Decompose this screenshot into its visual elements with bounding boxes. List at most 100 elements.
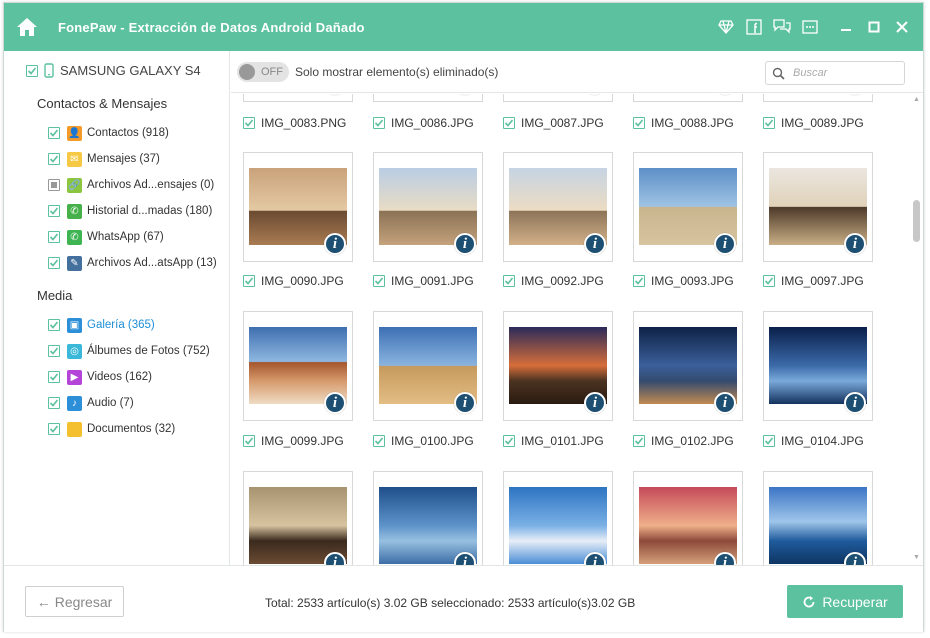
category-whatsapp-attachment[interactable]: ✎ Archivos Ad...atsApp (13) [48, 254, 217, 272]
info-icon[interactable]: i [454, 233, 476, 255]
photo-item-caption[interactable]: IMG_0090.JPG [243, 274, 344, 288]
photo-thumbnail[interactable]: i [373, 311, 483, 421]
maximize-button[interactable] [863, 16, 885, 38]
photo-item-caption[interactable]: IMG_0093.JPG [633, 274, 734, 288]
photo-thumbnail[interactable]: i [243, 471, 353, 565]
info-icon[interactable]: i [324, 392, 346, 414]
photo-checkbox[interactable] [633, 117, 645, 129]
photo-thumbnail[interactable]: i [633, 471, 743, 565]
photo-item-caption[interactable]: IMG_0091.JPG [373, 274, 474, 288]
photo-thumbnail[interactable]: i [503, 94, 613, 102]
photo-checkbox[interactable] [633, 275, 645, 287]
photo-checkbox[interactable] [373, 117, 385, 129]
info-icon[interactable]: i [584, 94, 606, 95]
info-icon[interactable]: i [844, 94, 866, 95]
photo-checkbox[interactable] [503, 117, 515, 129]
back-button[interactable]: ← Regresar [25, 586, 124, 617]
photo-item-caption[interactable]: IMG_0088.JPG [633, 116, 734, 130]
category-checkbox[interactable] [48, 231, 60, 243]
category-folder[interactable]: Documentos (32) [48, 420, 175, 438]
photo-item-caption[interactable]: IMG_0104.JPG [763, 434, 864, 448]
photo-thumbnail[interactable]: i [633, 94, 743, 102]
scroll-down-icon[interactable]: ▼ [913, 554, 920, 561]
info-icon[interactable]: i [844, 233, 866, 255]
category-audio[interactable]: ♪ Audio (7) [48, 394, 134, 412]
photo-thumbnail[interactable]: i [763, 94, 873, 102]
category-checkbox[interactable] [48, 127, 60, 139]
facebook-button[interactable] [743, 16, 765, 38]
minimize-button[interactable] [835, 16, 857, 38]
photo-checkbox[interactable] [503, 435, 515, 447]
category-checkbox[interactable] [48, 345, 60, 357]
info-icon[interactable]: i [454, 392, 476, 414]
home-button[interactable] [4, 3, 50, 51]
photo-thumbnail[interactable]: i [633, 152, 743, 262]
photo-thumbnail[interactable]: i [763, 152, 873, 262]
info-icon[interactable]: i [844, 392, 866, 414]
search-input[interactable] [793, 67, 893, 79]
scrollbar-thumb[interactable] [913, 200, 920, 242]
photo-item-caption[interactable]: IMG_0086.JPG [373, 116, 474, 130]
vertical-scrollbar[interactable]: ▲ ▼ [911, 94, 923, 565]
photo-thumbnail[interactable]: i [243, 94, 353, 102]
photo-checkbox[interactable] [763, 117, 775, 129]
deleted-only-toggle[interactable]: OFF [237, 62, 289, 82]
photo-item-caption[interactable]: IMG_0092.JPG [503, 274, 604, 288]
device-checkbox[interactable] [26, 64, 38, 77]
photo-checkbox[interactable] [243, 275, 255, 287]
info-icon[interactable]: i [454, 94, 476, 95]
photo-checkbox[interactable] [633, 435, 645, 447]
photo-thumbnail[interactable]: i [373, 152, 483, 262]
photo-checkbox[interactable] [373, 435, 385, 447]
recover-button[interactable]: Recuperar [787, 585, 903, 618]
photo-checkbox[interactable] [503, 275, 515, 287]
photo-thumbnail[interactable]: i [633, 311, 743, 421]
photo-item-caption[interactable]: IMG_0089.JPG [763, 116, 864, 130]
info-icon[interactable]: i [584, 392, 606, 414]
photo-checkbox[interactable] [763, 275, 775, 287]
device-row[interactable]: SAMSUNG GALAXY S4 [26, 63, 201, 78]
photo-item-caption[interactable]: IMG_0083.PNG [243, 116, 346, 130]
photo-checkbox[interactable] [763, 435, 775, 447]
photo-thumbnail[interactable]: i [243, 311, 353, 421]
category-checkbox[interactable] [48, 371, 60, 383]
category-messages[interactable]: ✉ Mensajes (37) [48, 150, 160, 168]
photo-item-caption[interactable]: IMG_0101.JPG [503, 434, 604, 448]
category-checkbox[interactable] [48, 319, 60, 331]
category-checkbox[interactable] [48, 153, 60, 165]
category-checkbox[interactable] [48, 205, 60, 217]
photo-thumbnail[interactable]: i [373, 94, 483, 102]
photo-thumbnail[interactable]: i [763, 311, 873, 421]
info-icon[interactable]: i [324, 233, 346, 255]
category-call-history[interactable]: ✆ Historial d...madas (180) [48, 202, 212, 220]
category-video[interactable]: ▶ Videos (162) [48, 368, 152, 386]
photo-thumbnail[interactable]: i [243, 152, 353, 262]
category-photo-album[interactable]: ◎ Álbumes de Fotos (752) [48, 342, 210, 360]
info-icon[interactable]: i [714, 392, 736, 414]
photo-item-caption[interactable]: IMG_0087.JPG [503, 116, 604, 130]
photo-thumbnail[interactable]: i [763, 471, 873, 565]
info-icon[interactable]: i [584, 233, 606, 255]
category-attachment[interactable]: 🔗 Archivos Ad...ensajes (0) [48, 176, 214, 194]
photo-thumbnail[interactable]: i [503, 152, 613, 262]
scroll-up-icon[interactable]: ▲ [913, 96, 920, 103]
menu-button[interactable] [799, 16, 821, 38]
search-box[interactable] [765, 61, 905, 85]
photo-checkbox[interactable] [243, 435, 255, 447]
photo-item-caption[interactable]: IMG_0100.JPG [373, 434, 474, 448]
photo-thumbnail[interactable]: i [373, 471, 483, 565]
category-checkbox[interactable] [48, 423, 60, 435]
photo-checkbox[interactable] [243, 117, 255, 129]
category-checkbox[interactable] [48, 257, 60, 269]
diamond-button[interactable] [715, 16, 737, 38]
feedback-button[interactable] [771, 16, 793, 38]
category-gallery[interactable]: ▣ Galería (365) [48, 316, 155, 334]
photo-thumbnail[interactable]: i [503, 311, 613, 421]
photo-item-caption[interactable]: IMG_0097.JPG [763, 274, 864, 288]
photo-checkbox[interactable] [373, 275, 385, 287]
close-button[interactable] [891, 16, 913, 38]
photo-item-caption[interactable]: IMG_0099.JPG [243, 434, 344, 448]
info-icon[interactable]: i [324, 94, 346, 95]
info-icon[interactable]: i [714, 94, 736, 95]
info-icon[interactable]: i [714, 233, 736, 255]
